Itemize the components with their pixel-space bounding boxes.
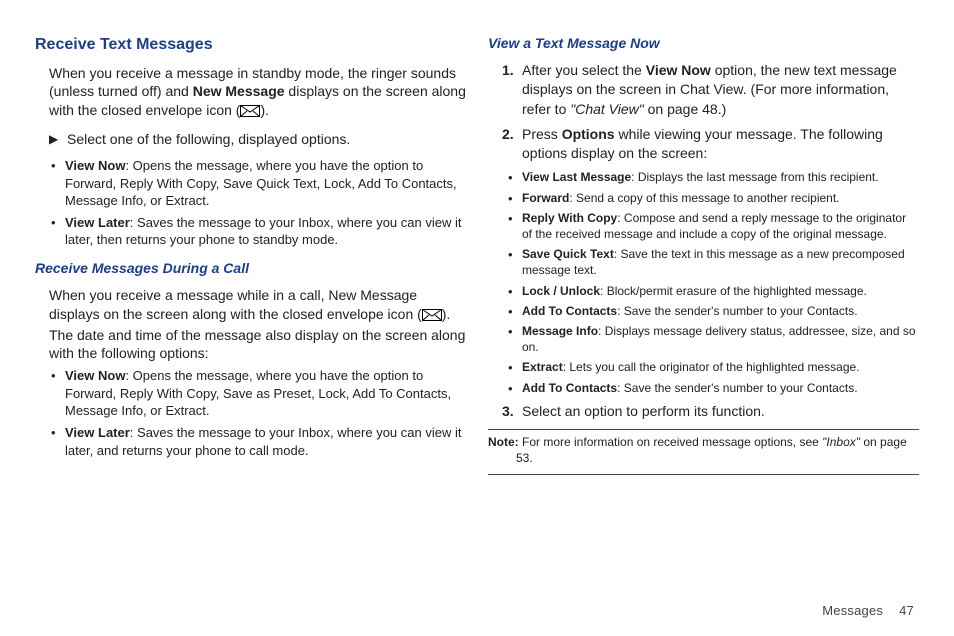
list-item: View Now: Opens the message, where you h… <box>35 367 466 420</box>
heading-receive-during-call: Receive Messages During a Call <box>35 259 466 278</box>
option-label: View Now <box>65 368 125 383</box>
reference-link: "Inbox" <box>822 435 860 449</box>
envelope-icon <box>422 307 442 326</box>
step-number: 1. <box>502 61 514 80</box>
step-2: 2. Press Options while viewing your mess… <box>488 125 919 164</box>
list-item: View Later: Saves the message to your In… <box>35 424 466 459</box>
options-list-2: View Now: Opens the message, where you h… <box>35 367 466 459</box>
option-label: View Now <box>65 158 125 173</box>
text: on page 48.) <box>644 101 727 117</box>
option-text: : Send a copy of this message to another… <box>569 191 839 205</box>
list-item: View Later: Saves the message to your In… <box>35 214 466 249</box>
page: Receive Text Messages When you receive a… <box>0 0 954 636</box>
list-item: Save Quick Text: Save the text in this m… <box>488 246 919 278</box>
step-number: 3. <box>502 402 514 421</box>
select-instruction: ▶ Select one of the following, displayed… <box>49 130 466 149</box>
option-label: Message Info <box>522 324 598 338</box>
footer-section-label: Messages <box>822 603 883 618</box>
option-text: : Save the sender's number to your Conta… <box>617 304 857 318</box>
list-item: Reply With Copy: Compose and send a repl… <box>488 210 919 242</box>
footer-page-number: 47 <box>899 603 914 618</box>
list-item: Forward: Send a copy of this message to … <box>488 190 919 206</box>
option-label: View Later <box>65 425 130 440</box>
option-label: View Last Message <box>522 170 631 184</box>
reference-link: "Chat View" <box>570 101 644 117</box>
list-item: Add To Contacts: Save the sender's numbe… <box>488 303 919 319</box>
new-message-label: New Message <box>193 83 285 99</box>
left-column: Receive Text Messages When you receive a… <box>35 34 466 626</box>
list-item: Lock / Unlock: Block/permit erasure of t… <box>488 283 919 299</box>
list-item: View Last Message: Displays the last mes… <box>488 169 919 185</box>
envelope-icon <box>240 103 260 122</box>
option-label: Lock / Unlock <box>522 284 600 298</box>
two-column-layout: Receive Text Messages When you receive a… <box>35 34 919 626</box>
text: Select one of the following, displayed o… <box>67 131 350 147</box>
option-text: : Lets you call the originator of the hi… <box>563 360 860 374</box>
option-label: Forward <box>522 191 569 205</box>
options-list-1: View Now: Opens the message, where you h… <box>35 157 466 249</box>
right-column: View a Text Message Now 1. After you sel… <box>488 34 919 626</box>
step-number: 2. <box>502 125 514 144</box>
option-text: : Block/permit erasure of the highlighte… <box>600 284 867 298</box>
option-label: Add To Contacts <box>522 304 617 318</box>
divider <box>488 474 919 475</box>
intro-paragraph: When you receive a message in standby mo… <box>49 64 466 123</box>
option-label: Extract <box>522 360 563 374</box>
options-label: Options <box>562 126 615 142</box>
option-text: : Save the sender's number to your Conta… <box>617 381 857 395</box>
text: Press <box>522 126 562 142</box>
option-label: Add To Contacts <box>522 381 617 395</box>
numbered-steps: 1. After you select the View Now option,… <box>488 61 919 164</box>
view-now-label: View Now <box>646 62 711 78</box>
text: Select an option to perform its function… <box>522 403 765 419</box>
list-item: Add To Contacts: Save the sender's numbe… <box>488 380 919 396</box>
step-3: 3. Select an option to perform its funct… <box>488 402 919 421</box>
list-item: Extract: Lets you call the originator of… <box>488 359 919 375</box>
divider <box>488 429 919 430</box>
pointer-icon: ▶ <box>49 131 58 147</box>
text: ). <box>260 102 269 118</box>
options-sublist: View Last Message: Displays the last mes… <box>488 169 919 395</box>
list-item: Message Info: Displays message delivery … <box>488 323 919 355</box>
list-item: View Now: Opens the message, where you h… <box>35 157 466 210</box>
step-1: 1. After you select the View Now option,… <box>488 61 919 119</box>
page-footer: Messages 47 <box>822 603 914 618</box>
option-label: Reply With Copy <box>522 211 617 225</box>
during-call-paragraph: When you receive a message while in a ca… <box>49 286 466 364</box>
option-text: : Displays the last message from this re… <box>631 170 878 184</box>
text: For more information on received message… <box>519 435 822 449</box>
option-label: View Later <box>65 215 130 230</box>
note-label: Note: <box>488 435 519 449</box>
heading-receive-text-messages: Receive Text Messages <box>35 34 466 56</box>
heading-view-text-now: View a Text Message Now <box>488 34 919 53</box>
text: After you select the <box>522 62 646 78</box>
note-block: Note: For more information on received m… <box>488 434 919 466</box>
numbered-steps-continued: 3. Select an option to perform its funct… <box>488 402 919 421</box>
option-label: Save Quick Text <box>522 247 614 261</box>
text: When you receive a message while in a ca… <box>49 287 422 322</box>
